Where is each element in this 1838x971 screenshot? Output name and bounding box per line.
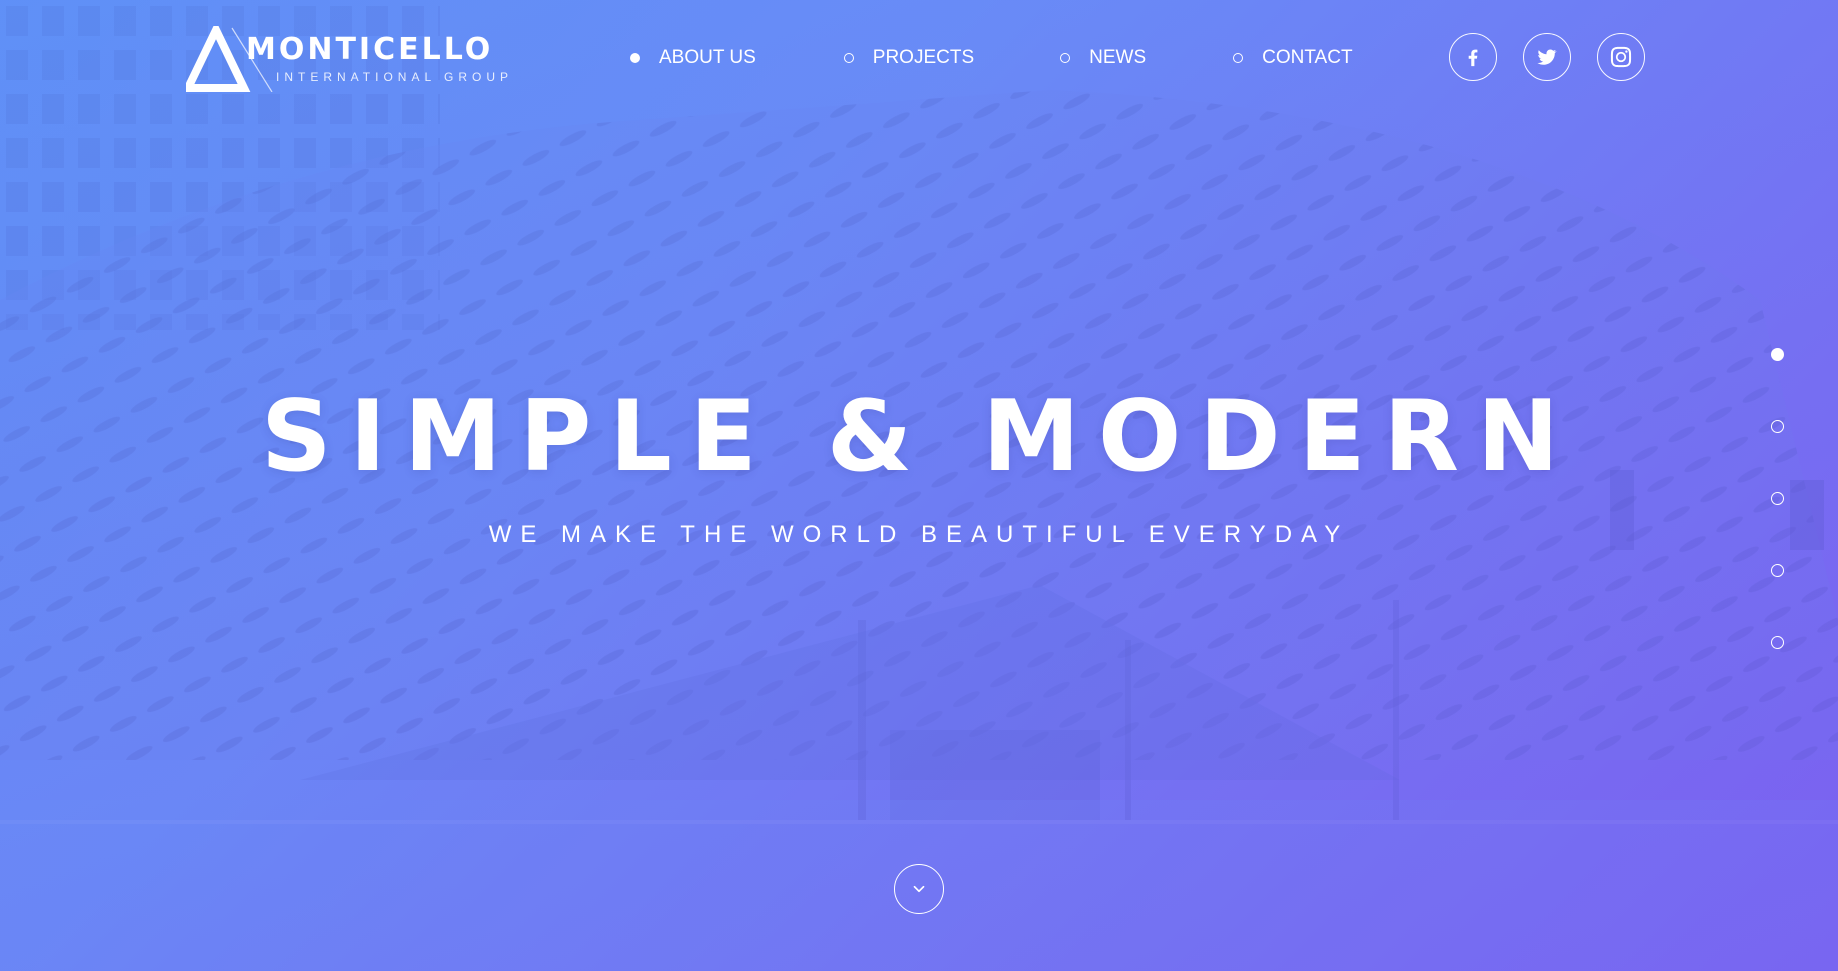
nav-item-news[interactable]: NEWS [1060, 47, 1146, 69]
hero-subtitle: WE MAKE THE WORLD BEAUTIFUL EVERYDAY [488, 521, 1350, 548]
nav-bullet-icon [1060, 53, 1071, 63]
facebook-icon [1468, 49, 1478, 67]
twitter-button[interactable] [1523, 33, 1571, 81]
hero-title: SIMPLE & MODERN [260, 380, 1578, 494]
main-nav: ABOUT US PROJECTS NEWS CONTACT [630, 40, 1353, 76]
facebook-button[interactable] [1449, 33, 1497, 81]
instagram-icon [1610, 46, 1632, 68]
brand-logo[interactable]: MONTICELLO INTERNATIONAL GROUP [186, 24, 508, 94]
nav-item-projects[interactable]: PROJECTS [843, 47, 975, 69]
nav-bullet-icon [630, 53, 640, 63]
social-links [1449, 33, 1645, 81]
nav-label: NEWS [1089, 47, 1147, 68]
nav-label: ABOUT US [659, 47, 756, 68]
nav-item-about-us[interactable]: ABOUT US [630, 47, 756, 69]
nav-bullet-icon [1233, 53, 1244, 63]
site-header: MONTICELLO INTERNATIONAL GROUP ABOUT US … [0, 0, 1838, 116]
pager-dot-3[interactable] [1771, 492, 1784, 505]
instagram-button[interactable] [1597, 33, 1645, 81]
pager-dot-2[interactable] [1771, 420, 1784, 433]
scroll-down-button[interactable] [894, 864, 944, 914]
pager-dot-4[interactable] [1771, 564, 1784, 577]
brand-name: MONTICELLO [246, 32, 494, 67]
nav-label: CONTACT [1262, 47, 1353, 68]
hero-section: MONTICELLO INTERNATIONAL GROUP ABOUT US … [0, 0, 1838, 971]
nav-item-contact[interactable]: CONTACT [1233, 47, 1353, 69]
nav-label: PROJECTS [872, 47, 975, 68]
chevron-down-icon [913, 885, 925, 893]
pager-dot-5[interactable] [1771, 636, 1784, 649]
pager-dot-1[interactable] [1771, 348, 1784, 361]
section-pager [1771, 348, 1785, 708]
twitter-icon [1537, 49, 1557, 65]
brand-tagline: INTERNATIONAL GROUP [276, 70, 514, 84]
nav-bullet-icon [843, 53, 854, 63]
